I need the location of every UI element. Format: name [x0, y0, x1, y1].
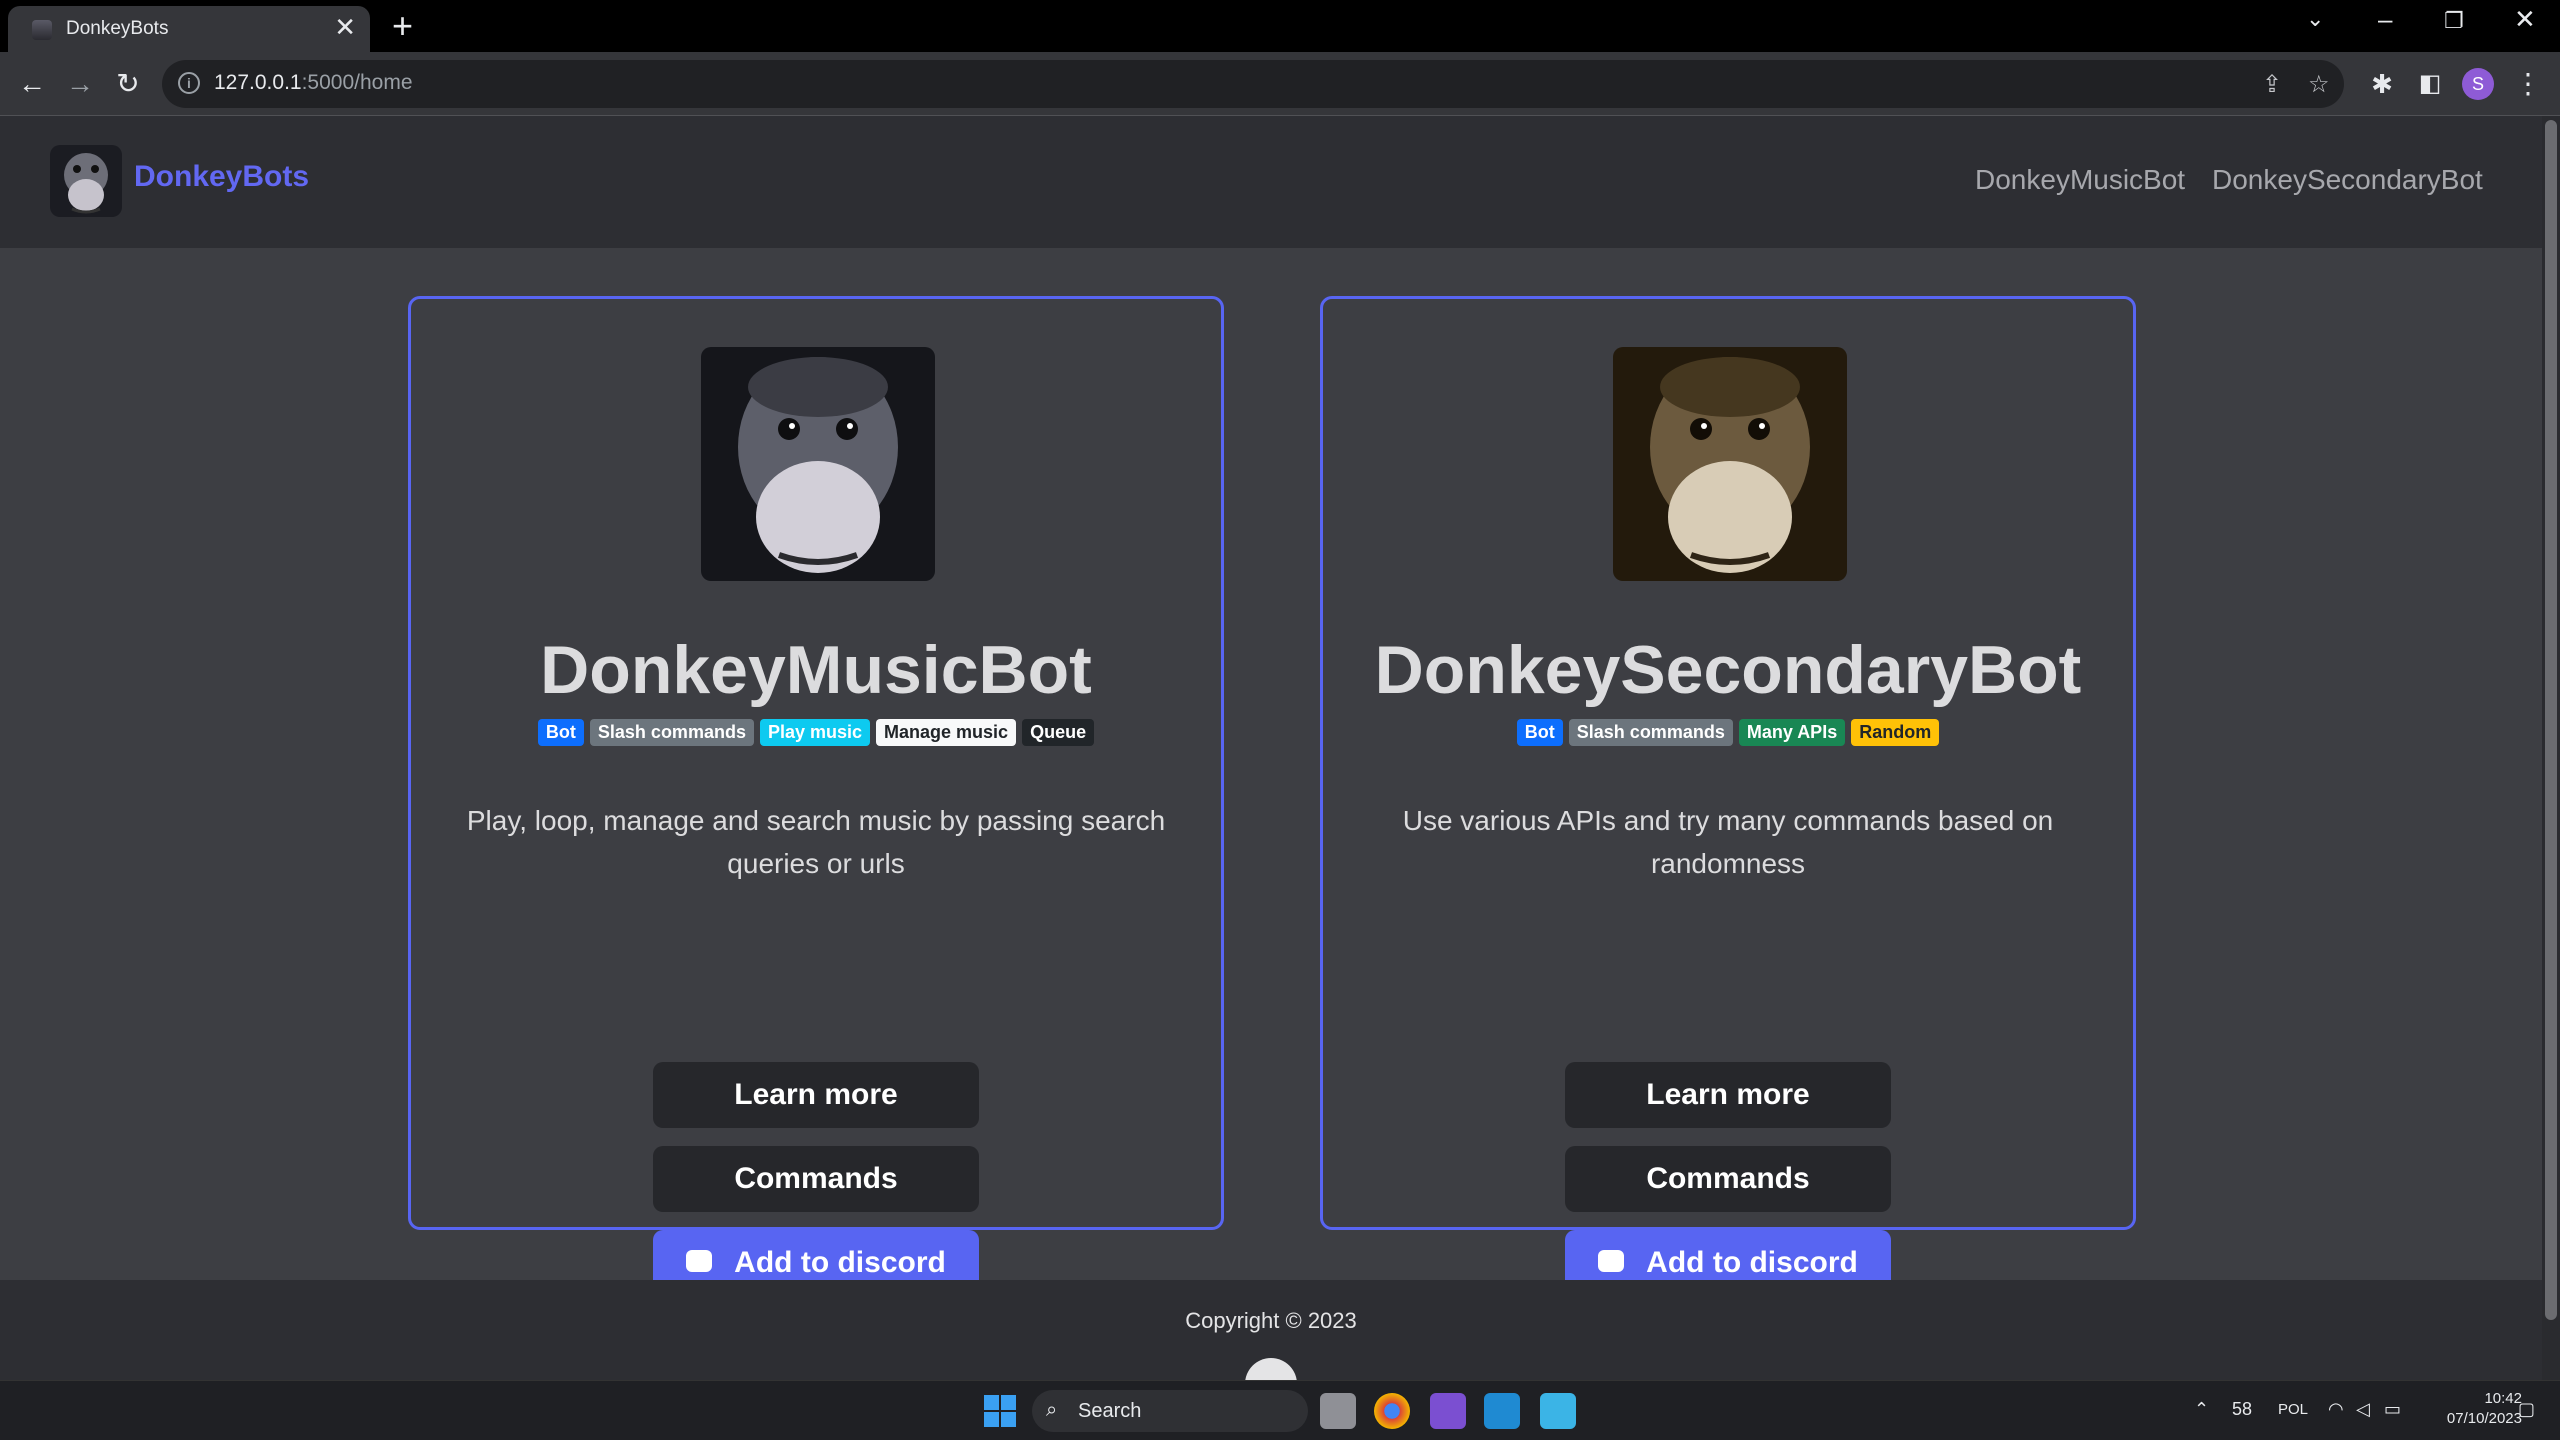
vscode-icon[interactable]	[1484, 1393, 1520, 1429]
share-icon[interactable]: ⇪	[2262, 70, 2282, 99]
chrome-icon[interactable]	[1374, 1393, 1410, 1429]
page-scrollbar[interactable]	[2542, 116, 2560, 1380]
learn-more-button[interactable]: Learn more	[1565, 1062, 1891, 1128]
badge: Random	[1851, 719, 1940, 746]
bot-title: DonkeyMusicBot	[540, 632, 1092, 708]
badge: Bot	[1516, 719, 1563, 746]
profile-avatar[interactable]: S	[2462, 68, 2494, 100]
minimize-icon[interactable]: –	[2378, 4, 2392, 35]
url-text: 127.0.0.1:5000/home	[214, 71, 413, 95]
bot-description: Play, loop, manage and search music by p…	[466, 805, 1166, 879]
task-view-icon[interactable]	[1320, 1393, 1356, 1429]
wifi-icon[interactable]: ◠	[2328, 1399, 2344, 1420]
badge: Manage music	[876, 719, 1017, 746]
browser-tab[interactable]: DonkeyBots ✕	[8, 6, 370, 52]
copyright-text: Copyright © 2023	[1185, 1308, 1357, 1333]
browser-tabstrip: DonkeyBots ✕ + ⌄ – ❐ ✕	[0, 0, 2560, 52]
notifications-icon[interactable]: ▢	[2518, 1399, 2535, 1420]
scroll-thumb[interactable]	[2545, 120, 2557, 1320]
tab-search-icon[interactable]: ⌄	[2306, 6, 2324, 32]
discord-icon	[1598, 1250, 1625, 1273]
badge: Slash commands	[589, 719, 754, 746]
badge: Play music	[759, 719, 871, 746]
tray-temperature[interactable]: 58	[2232, 1399, 2252, 1420]
tab-title: DonkeyBots	[66, 18, 169, 39]
bot-avatar-image	[1613, 347, 1847, 581]
screen: DonkeyBots ✕ + ⌄ – ❐ ✕ ← → ↻ i 127.0.0.1…	[0, 0, 2560, 1440]
add-to-discord-label: Add to discord	[1646, 1246, 1858, 1279]
restore-icon[interactable]: ❐	[2444, 8, 2464, 34]
windows-taskbar: ⌕ Search ⌃ 58 POL ◠ ◁ ▭ 10:42 07/10/2023 …	[0, 1380, 2560, 1440]
bot-description: Use various APIs and try many commands b…	[1402, 805, 2054, 879]
commands-button[interactable]: Commands	[1565, 1146, 1891, 1212]
new-tab-button[interactable]: +	[392, 6, 413, 46]
start-icon[interactable]	[982, 1393, 1018, 1429]
menu-icon[interactable]: ⋮	[2508, 64, 2548, 104]
bot-card-music: DonkeyMusicBot Bot Slash commands Play m…	[408, 296, 1224, 1296]
url-host: 127.0.0.1	[214, 71, 302, 94]
side-panel-icon[interactable]: ◧	[2410, 64, 2450, 104]
taskbar-search-label: Search	[1078, 1400, 1142, 1422]
commands-button[interactable]: Commands	[653, 1146, 979, 1212]
reload-icon[interactable]: ↻	[108, 64, 148, 104]
site-navbar: DonkeyBots DonkeyMusicBot DonkeySecondar…	[0, 116, 2542, 248]
badge: Queue	[1022, 719, 1095, 746]
nav-link-donkeysecondarybot[interactable]: DonkeySecondaryBot	[2212, 164, 2483, 196]
badge-list: Bot Slash commands Play music Manage mus…	[411, 719, 1221, 746]
badge: Many APIs	[1738, 719, 1846, 746]
site-footer: Copyright © 2023	[0, 1280, 2542, 1380]
app-l-icon[interactable]	[1540, 1393, 1576, 1429]
bot-avatar-image	[701, 347, 935, 581]
tray-language[interactable]: POL	[2278, 1401, 2308, 1418]
address-bar[interactable]: i 127.0.0.1:5000/home ⇪ ☆	[162, 60, 2344, 108]
volume-icon[interactable]: ◁	[2356, 1399, 2370, 1420]
nav-link-donkeymusicbot[interactable]: DonkeyMusicBot	[1975, 164, 2185, 196]
bookmark-star-icon[interactable]: ☆	[2308, 70, 2330, 99]
url-path: :5000/home	[301, 71, 413, 94]
clock[interactable]: 10:42 07/10/2023	[2426, 1389, 2522, 1429]
site-info-icon[interactable]: i	[178, 72, 200, 94]
badge: Bot	[537, 719, 584, 746]
learn-more-button[interactable]: Learn more	[653, 1062, 979, 1128]
badge-list: Bot Slash commands Many APIs Random	[1323, 719, 2133, 746]
bot-title: DonkeySecondaryBot	[1374, 632, 2082, 708]
add-to-discord-label: Add to discord	[734, 1246, 946, 1279]
badge: Slash commands	[1568, 719, 1733, 746]
close-window-icon[interactable]: ✕	[2514, 4, 2536, 35]
tray-chevron-icon[interactable]: ⌃	[2194, 1399, 2209, 1420]
web-page: DonkeyBots DonkeyMusicBot DonkeySecondar…	[0, 116, 2542, 1380]
tab-close-icon[interactable]: ✕	[334, 12, 356, 43]
github-icon[interactable]	[1245, 1358, 1297, 1380]
taskbar-search[interactable]: ⌕ Search	[1032, 1390, 1308, 1432]
battery-icon[interactable]: ▭	[2384, 1399, 2401, 1420]
browser-toolbar: ← → ↻ i 127.0.0.1:5000/home ⇪ ☆ ✱ ◧ S ⋮	[0, 52, 2560, 116]
extensions-icon[interactable]: ✱	[2362, 64, 2402, 104]
brand-name[interactable]: DonkeyBots	[134, 160, 309, 194]
bot-card-secondary: DonkeySecondaryBot Bot Slash commands Ma…	[1320, 296, 2136, 1296]
back-icon[interactable]: ←	[12, 64, 52, 104]
clock-date: 07/10/2023	[2446, 1410, 2522, 1427]
forward-icon[interactable]: →	[60, 64, 100, 104]
clock-time: 10:42	[2484, 1390, 2522, 1407]
visual-studio-icon[interactable]	[1430, 1393, 1466, 1429]
brand-logo[interactable]	[50, 145, 122, 217]
discord-icon	[686, 1250, 713, 1273]
search-icon: ⌕	[1046, 1399, 1058, 1421]
tab-favicon	[32, 20, 52, 40]
